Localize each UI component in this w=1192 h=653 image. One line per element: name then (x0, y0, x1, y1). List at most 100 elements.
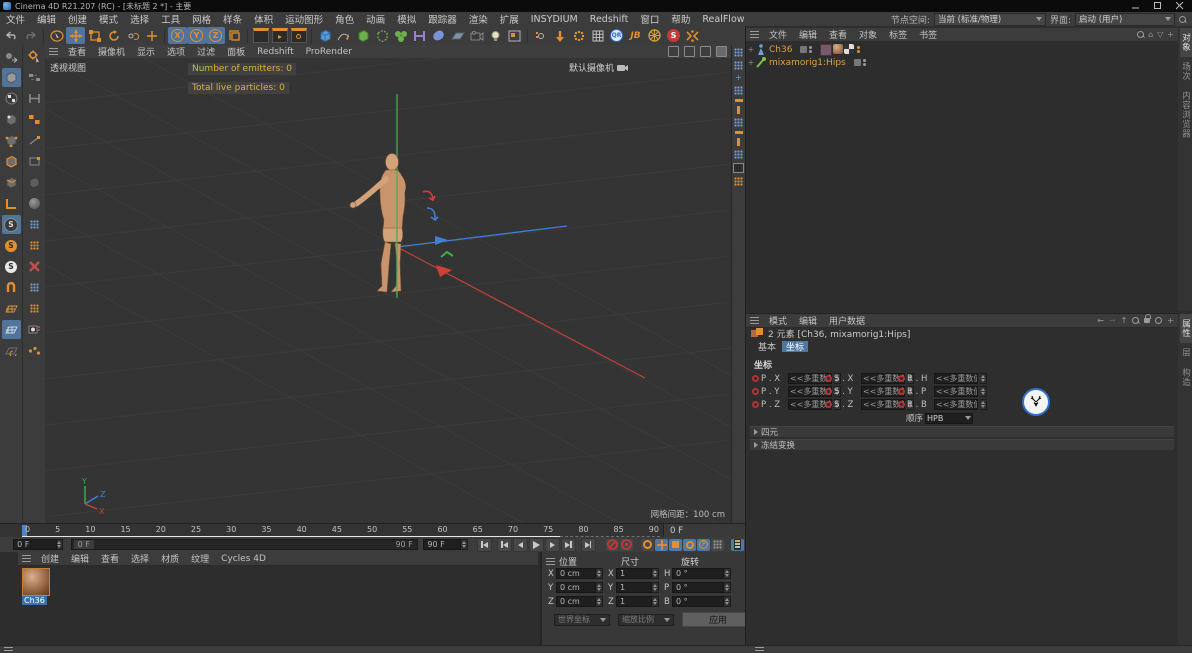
panel-menu-icon[interactable] (750, 317, 759, 324)
jb-plugin-button[interactable]: JB (626, 27, 645, 44)
panel-menu-icon[interactable] (49, 48, 58, 55)
mat-menu-select[interactable]: 选择 (125, 552, 155, 565)
mat-menu-texture[interactable]: 纹理 (185, 552, 215, 565)
om-menu-tag[interactable]: 标签 (883, 28, 913, 41)
vp-menu-panel[interactable]: 面板 (221, 45, 251, 58)
subdivision-surface-button[interactable] (353, 27, 372, 44)
lock-icon[interactable] (1144, 318, 1150, 323)
tab-structure[interactable]: 构造 (1180, 363, 1192, 392)
keyframe-dot-sx[interactable] (825, 375, 832, 382)
wheel-plugin-button[interactable] (645, 27, 664, 44)
menu-create[interactable]: 创建 (62, 12, 93, 26)
snap-3d-button[interactable]: S (2, 236, 21, 255)
lock-x-axis-button[interactable]: X (168, 27, 187, 44)
key-pla-toggle[interactable] (711, 539, 724, 551)
pos-z-field[interactable]: 0 cm (556, 596, 596, 607)
menu-mograph[interactable]: 运动图形 (279, 12, 329, 26)
undo-button[interactable] (2, 27, 21, 44)
xpresso-tag-icon[interactable] (857, 44, 860, 56)
keyframe-dot-rp[interactable] (898, 388, 905, 395)
add-layer-icon[interactable]: + (1167, 31, 1174, 39)
instance-button[interactable] (372, 27, 391, 44)
model-mode-button[interactable] (2, 68, 21, 87)
quantize-grid-button[interactable] (2, 299, 21, 318)
mat-menu-create[interactable]: 创建 (35, 552, 65, 565)
xp-strip-icon-4[interactable] (734, 86, 743, 95)
material-tag-icon[interactable] (833, 44, 843, 54)
keyframe-dot-px[interactable] (752, 375, 759, 382)
timeline-window-button[interactable] (731, 539, 744, 551)
vp-menu-display[interactable]: 显示 (131, 45, 161, 58)
xp-arrows-button[interactable] (683, 27, 702, 44)
snap-enable-button[interactable]: S (2, 215, 21, 234)
gear-tool-button[interactable] (25, 47, 44, 66)
menu-render[interactable]: 渲染 (463, 12, 494, 26)
object-row-hips[interactable]: + mixamorig1:Hips (746, 56, 866, 69)
freeze-transform-group[interactable]: 冻结变换 (750, 439, 1174, 450)
key-parameter-toggle[interactable]: P (697, 539, 710, 551)
vp-menu-filter[interactable]: 过滤 (191, 45, 221, 58)
node-space-dropdown[interactable]: 当前 (标准/物理) (934, 13, 1046, 26)
scale-tool[interactable] (85, 27, 104, 44)
rp-field[interactable]: <<多重数值 (934, 386, 978, 397)
keyframe-dot-sy[interactable] (825, 388, 832, 395)
size-y-stepper[interactable] (652, 582, 659, 593)
xp-strip-icon-6[interactable] (737, 106, 740, 114)
pan-view-icon[interactable] (668, 46, 679, 57)
key-squares-tool[interactable] (25, 110, 44, 129)
add-cube-button[interactable] (315, 27, 334, 44)
key-rotation-toggle[interactable] (683, 539, 696, 551)
xp-strip-icon-9[interactable] (737, 138, 740, 146)
menu-tools[interactable]: 工具 (155, 12, 186, 26)
prev-frame-button[interactable] (513, 538, 528, 552)
y-plane-handle[interactable] (441, 252, 453, 257)
xp-dots-d-button[interactable] (25, 299, 44, 318)
om-menu-view[interactable]: 查看 (823, 28, 853, 41)
render-picture-viewer-button[interactable] (270, 27, 289, 44)
size-z-stepper[interactable] (652, 596, 659, 607)
magnet-snap-button[interactable] (2, 278, 21, 297)
keyframe-dot-sz[interactable] (825, 401, 832, 408)
tab-content-browser[interactable]: 内容浏览器 (1180, 86, 1192, 144)
menu-insydium[interactable]: INSYDIUM (525, 14, 584, 25)
rot-p-stepper[interactable] (724, 582, 731, 593)
xp-dots-c-button[interactable] (25, 278, 44, 297)
expand-icon[interactable]: + (746, 45, 756, 54)
panel-menu-icon[interactable] (750, 31, 759, 38)
rot-h-field[interactable]: 0 ° (672, 568, 724, 579)
tab-attributes[interactable]: 属性 (1180, 314, 1192, 343)
home-icon[interactable]: ⌂ (1148, 31, 1153, 39)
rotate-tool[interactable] (104, 27, 123, 44)
frame-stepper[interactable] (57, 539, 64, 550)
filter-icon[interactable]: ▽ (1157, 31, 1163, 39)
floor-button[interactable] (448, 27, 467, 44)
back-icon[interactable]: ← (1097, 317, 1104, 325)
range-slider[interactable]: 0 F 90 F (71, 539, 418, 550)
up-icon[interactable]: ↑ (1121, 317, 1128, 325)
cloner-button[interactable] (391, 27, 410, 44)
keyframe-dot-pz[interactable] (752, 401, 759, 408)
coordinate-system-button[interactable] (225, 27, 244, 44)
next-frame-button[interactable] (545, 538, 560, 552)
qr-plugin-button[interactable]: QR (607, 27, 626, 44)
goto-end-button[interactable] (581, 538, 596, 552)
render-settings-button[interactable] (289, 27, 308, 44)
menu-file[interactable]: 文件 (0, 12, 31, 26)
xp-strip-icon-5[interactable] (735, 99, 743, 102)
om-menu-object[interactable]: 对象 (853, 28, 883, 41)
visibility-toggle[interactable] (854, 59, 861, 66)
xparticles-emitter-button[interactable] (531, 27, 550, 44)
live-selection-tool[interactable] (47, 27, 66, 44)
move-keys-tool[interactable] (25, 68, 44, 87)
convert-object-button[interactable] (2, 47, 21, 66)
rotate-view-icon[interactable] (700, 46, 711, 57)
current-frame-field[interactable]: 0 F (13, 539, 56, 550)
xp-flow-button[interactable] (25, 341, 44, 360)
object-row-ch36[interactable]: + Ch36 (746, 43, 860, 56)
record-keyframe-button[interactable] (606, 539, 619, 551)
pos-z-stepper[interactable] (596, 596, 603, 607)
vp-menu-redshift[interactable]: Redshift (251, 47, 300, 57)
xp-dots-a-button[interactable] (25, 215, 44, 234)
status-menu-icon[interactable] (4, 647, 13, 652)
rot-p-field[interactable]: 0 ° (672, 582, 724, 593)
